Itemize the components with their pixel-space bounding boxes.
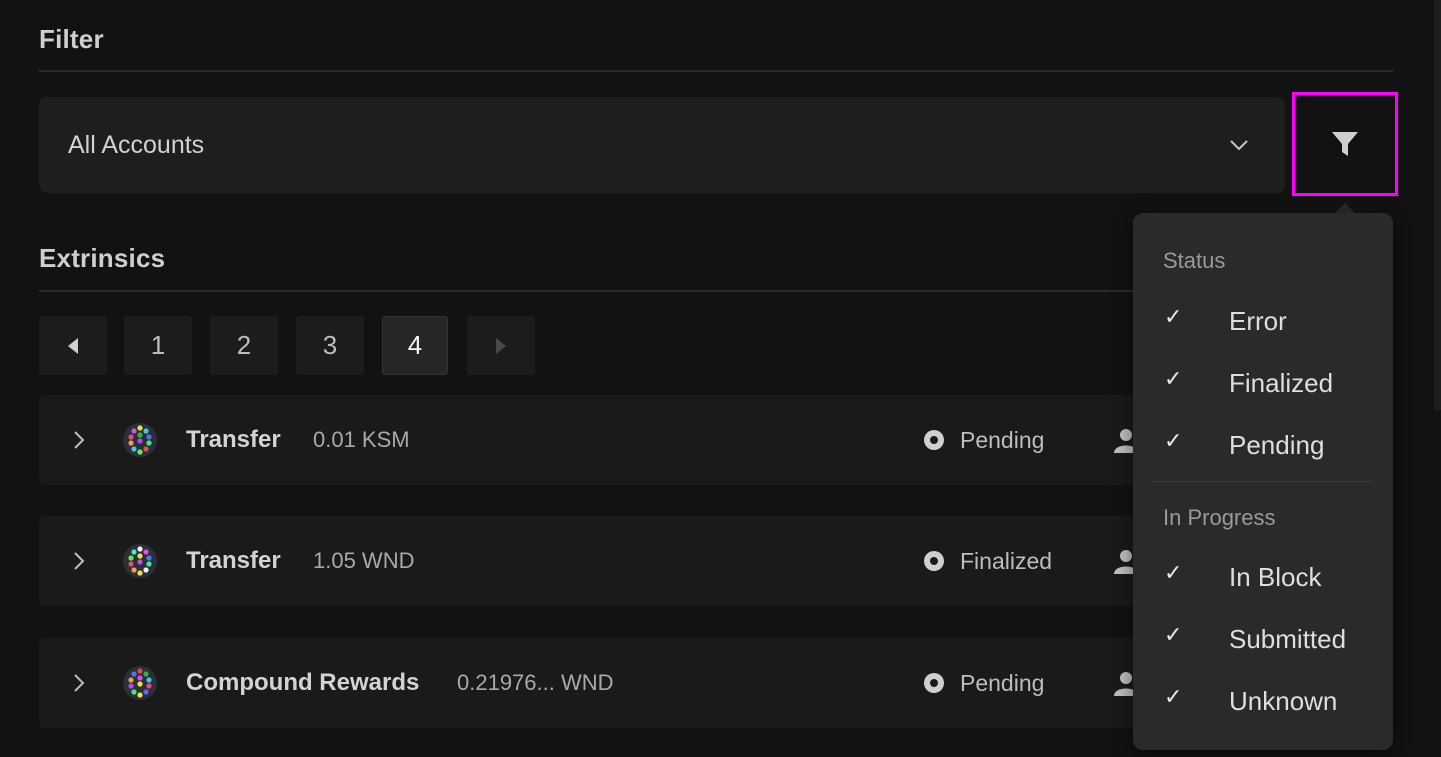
filter-option-label: Unknown [1229, 686, 1338, 716]
page-4-button[interactable]: 4 [382, 316, 448, 375]
caret-right-icon [496, 337, 506, 354]
scrollbar[interactable] [1434, 0, 1441, 410]
extrinsic-title: Transfer [186, 547, 281, 574]
dropdown-divider [1153, 481, 1373, 482]
filter-section-title: Filter [39, 24, 104, 54]
extrinsic-status: Pending [960, 669, 1045, 696]
extrinsics-divider [39, 290, 1139, 292]
status-dot-icon [924, 551, 944, 571]
filter-option-submitted[interactable]: ✓ Submitted [1133, 612, 1393, 662]
extrinsic-amount: 0.01 KSM [313, 427, 410, 452]
filter-option-label: In Block [1229, 562, 1322, 592]
page-3-button[interactable]: 3 [296, 316, 364, 375]
filter-option-label: Submitted [1229, 624, 1347, 654]
filter-option-label: Finalized [1229, 368, 1334, 398]
page-2-button[interactable]: 2 [210, 316, 278, 375]
chevron-right-icon[interactable] [71, 549, 87, 573]
in-progress-header: In Progress [1163, 505, 1276, 530]
caret-left-icon [68, 337, 78, 354]
filter-dropdown: Status ✓ Error ✓ Finalized ✓ Pending In … [1133, 213, 1393, 750]
chevron-down-icon [1230, 140, 1248, 151]
filter-option-in-block[interactable]: ✓ In Block [1133, 550, 1393, 600]
filter-option-error[interactable]: ✓ Error [1133, 294, 1393, 344]
identicon-icon [123, 423, 157, 457]
status-dot-icon [924, 673, 944, 693]
extrinsic-title: Compound Rewards [186, 669, 420, 696]
filter-option-label: Pending [1229, 430, 1325, 460]
check-icon: ✓ [1164, 304, 1183, 329]
extrinsics-section-title: Extrinsics [39, 243, 166, 273]
account-select[interactable]: All Accounts [39, 97, 1285, 193]
chevron-right-icon[interactable] [71, 428, 87, 452]
extrinsic-amount: 0.21976... WND [457, 670, 614, 695]
filter-option-finalized[interactable]: ✓ Finalized [1133, 356, 1393, 406]
filter-divider [39, 70, 1393, 72]
status-dot-icon [924, 430, 944, 450]
funnel-icon [1332, 132, 1358, 156]
page-1-button[interactable]: 1 [124, 316, 192, 375]
identicon-icon [123, 544, 157, 578]
extrinsic-status: Finalized [960, 547, 1053, 574]
pagination: 1 2 3 4 [39, 316, 535, 375]
status-header: Status [1163, 248, 1226, 273]
extrinsic-amount: 1.05 WND [313, 548, 415, 573]
chevron-right-icon[interactable] [71, 671, 87, 695]
check-icon: ✓ [1164, 366, 1183, 391]
prev-page-button[interactable] [39, 316, 107, 375]
identicon-icon [123, 666, 157, 700]
extrinsics-page: Filter All Accounts Extrinsics 1 2 3 4 T… [0, 0, 1441, 757]
filter-option-label: Error [1229, 306, 1287, 336]
check-icon: ✓ [1164, 560, 1183, 585]
filter-option-unknown[interactable]: ✓ Unknown [1133, 674, 1393, 724]
filter-option-pending[interactable]: ✓ Pending [1133, 418, 1393, 468]
account-select-value: All Accounts [68, 130, 205, 159]
check-icon: ✓ [1164, 622, 1183, 647]
extrinsic-status: Pending [960, 426, 1045, 453]
filter-button[interactable] [1292, 92, 1398, 196]
check-icon: ✓ [1164, 428, 1183, 453]
extrinsic-title: Transfer [186, 426, 281, 453]
next-page-button[interactable] [467, 316, 535, 375]
check-icon: ✓ [1164, 684, 1183, 709]
